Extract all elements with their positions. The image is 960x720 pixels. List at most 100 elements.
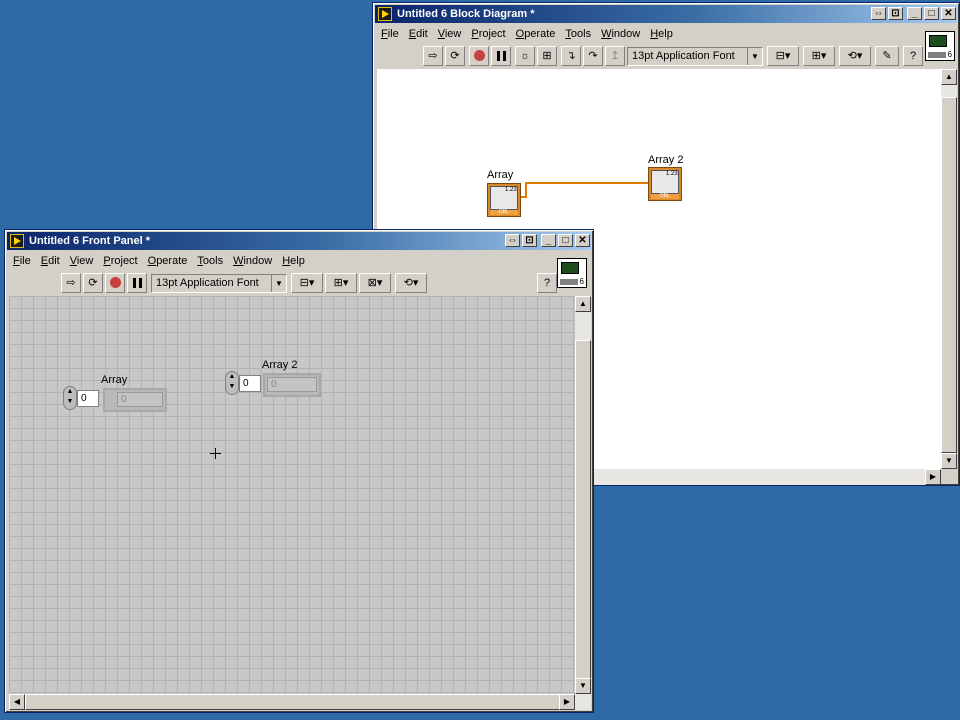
scroll-down-arrow-icon[interactable]: ▼: [575, 678, 591, 694]
bd-menu-help[interactable]: Help: [646, 25, 679, 43]
front-panel-menubar: File Edit View Project Operate Tools Window Hel…: [9, 252, 589, 270]
scroll-thumb[interactable]: [941, 97, 957, 453]
vi-icon[interactable]: 6: [925, 31, 955, 61]
front-panel-hscroll[interactable]: ◀ ▶: [9, 694, 591, 710]
bd-menu-operate[interactable]: Operate: [512, 25, 562, 43]
maximize-button[interactable]: □: [924, 7, 939, 20]
vi-icon[interactable]: 6: [557, 258, 587, 288]
run-button[interactable]: ⇨: [61, 273, 81, 293]
bd-menu-edit[interactable]: Edit: [405, 25, 434, 43]
run-button[interactable]: ⇨: [423, 46, 443, 66]
step-into-button[interactable]: ↴: [561, 46, 581, 66]
numeric-tag: 1.23: [666, 171, 678, 177]
menu-mnemonic: V: [69, 255, 77, 267]
labview-app-icon: [10, 234, 24, 248]
fp-menu-help[interactable]: Help: [278, 252, 311, 270]
fp-menu-window[interactable]: Window: [229, 252, 278, 270]
fp-menu-project[interactable]: Project: [99, 252, 143, 270]
block-diagram-vscroll[interactable]: ▲ ▼: [941, 69, 957, 469]
bd-menu-tools[interactable]: Tools: [561, 25, 597, 43]
scroll-left-arrow-icon[interactable]: ◀: [9, 694, 25, 710]
array-terminal-label: Array: [487, 169, 514, 181]
clean-up-diagram-icon: ✎: [882, 50, 892, 62]
retain-wire-values-button[interactable]: ⊞: [537, 46, 557, 66]
context-help-button[interactable]: ?: [903, 46, 923, 66]
array-terminal[interactable]: 1.23 DBL: [487, 183, 521, 217]
array-wire-horizontal[interactable]: [525, 182, 649, 184]
restore-pane-icon[interactable]: ⇔: [505, 234, 520, 247]
context-help-icon: ?: [909, 50, 917, 62]
maximize-button[interactable]: □: [558, 234, 573, 247]
scroll-up-arrow-icon[interactable]: ▲: [941, 69, 957, 85]
distribute-objects-button[interactable]: ⊞▾: [803, 46, 835, 66]
clean-up-diagram-button[interactable]: ✎: [875, 46, 899, 66]
abort-button[interactable]: [105, 273, 125, 293]
fp-menu-tools[interactable]: Tools: [193, 252, 229, 270]
array-index-stepper[interactable]: ▲ ▼: [63, 386, 77, 410]
array2-element[interactable]: 0: [267, 377, 317, 392]
vi-icon-base: [560, 279, 578, 285]
link-pane-icon[interactable]: ⊡: [522, 234, 537, 247]
abort-button[interactable]: [469, 46, 489, 66]
scroll-down-arrow-icon[interactable]: ▼: [941, 453, 957, 469]
pause-button[interactable]: [491, 46, 511, 66]
array-wire-vertical[interactable]: [525, 182, 527, 198]
front-panel-vscroll[interactable]: ▲ ▼: [575, 296, 591, 694]
menu-label-rest: perate: [156, 255, 188, 267]
crosshair-cursor-icon: [210, 448, 221, 459]
menu-label-rest: dit: [416, 28, 428, 40]
bd-menu-project[interactable]: Project: [467, 25, 511, 43]
array-index-input[interactable]: 0: [77, 390, 99, 407]
scroll-thumb[interactable]: [25, 694, 561, 710]
block-diagram-titlebar[interactable]: Untitled 6 Block Diagram * ⇔ ⊡ _ □ ✕: [375, 5, 957, 23]
array-label: Array: [101, 374, 128, 386]
fp-menu-operate[interactable]: Operate: [144, 252, 194, 270]
close-button[interactable]: ✕: [941, 7, 956, 20]
scroll-up-arrow-icon[interactable]: ▲: [575, 296, 591, 312]
minimize-button[interactable]: _: [541, 234, 556, 247]
pause-button[interactable]: [127, 273, 147, 293]
scroll-thumb[interactable]: [575, 340, 591, 680]
front-panel-titlebar[interactable]: Untitled 6 Front Panel * ⇔ ⊡ _ □ ✕: [7, 232, 591, 250]
menu-label-rest: indow: [243, 255, 273, 267]
reorder-button[interactable]: ⟲▾: [839, 46, 871, 66]
menu-mnemonic: P: [103, 255, 111, 267]
context-help-button[interactable]: ?: [537, 273, 557, 293]
bd-menu-view[interactable]: View: [434, 25, 468, 43]
array-element[interactable]: 0: [117, 392, 163, 407]
reorder-button[interactable]: ⟲▾: [395, 273, 427, 293]
fp-menu-view[interactable]: View: [66, 252, 100, 270]
front-panel-canvas[interactable]: Array ▲ ▼ 0 0 Array 2 ▲ ▼ 0 0: [9, 296, 575, 696]
step-out-button[interactable]: ↥: [605, 46, 625, 66]
front-panel-window[interactable]: Untitled 6 Front Panel * ⇔ ⊡ _ □ ✕ File E…: [4, 229, 594, 713]
vi-icon-screen: [561, 262, 579, 274]
align-objects-button[interactable]: ⊟▾: [767, 46, 799, 66]
step-over-button[interactable]: ↷: [583, 46, 603, 66]
scroll-right-arrow-icon[interactable]: ▶: [925, 469, 941, 485]
scroll-right-arrow-icon[interactable]: ▶: [559, 694, 575, 710]
menu-mnemonic: F: [13, 255, 20, 267]
highlight-execution-button[interactable]: ☼: [515, 46, 535, 66]
fp-menu-edit[interactable]: Edit: [37, 252, 66, 270]
bd-menu-window[interactable]: Window: [597, 25, 646, 43]
bd-menu-file[interactable]: File: [377, 25, 405, 43]
font-select[interactable]: 13pt Application Font ▼: [151, 274, 287, 293]
array2-index-stepper[interactable]: ▲ ▼: [225, 371, 239, 395]
array2-index-input[interactable]: 0: [239, 375, 261, 392]
step-over-icon: ↷: [588, 50, 598, 62]
restore-pane-icon[interactable]: ⇔: [871, 7, 886, 20]
fp-menu-file[interactable]: File: [9, 252, 37, 270]
minimize-button[interactable]: _: [907, 7, 922, 20]
array2-terminal[interactable]: 1.23 DBL: [648, 167, 682, 201]
run-continuously-button[interactable]: ⟳: [83, 273, 103, 293]
resize-objects-icon: ⊠▾: [367, 277, 383, 289]
run-arrow-icon: ⇨: [66, 277, 76, 289]
run-arrow-icon: ⇨: [428, 50, 438, 62]
link-pane-icon[interactable]: ⊡: [888, 7, 903, 20]
resize-objects-button[interactable]: ⊠▾: [359, 273, 391, 293]
distribute-objects-button[interactable]: ⊞▾: [325, 273, 357, 293]
font-select[interactable]: 13pt Application Font ▼: [627, 47, 763, 66]
align-objects-button[interactable]: ⊟▾: [291, 273, 323, 293]
close-button[interactable]: ✕: [575, 234, 590, 247]
run-continuously-button[interactable]: ⟳: [445, 46, 465, 66]
